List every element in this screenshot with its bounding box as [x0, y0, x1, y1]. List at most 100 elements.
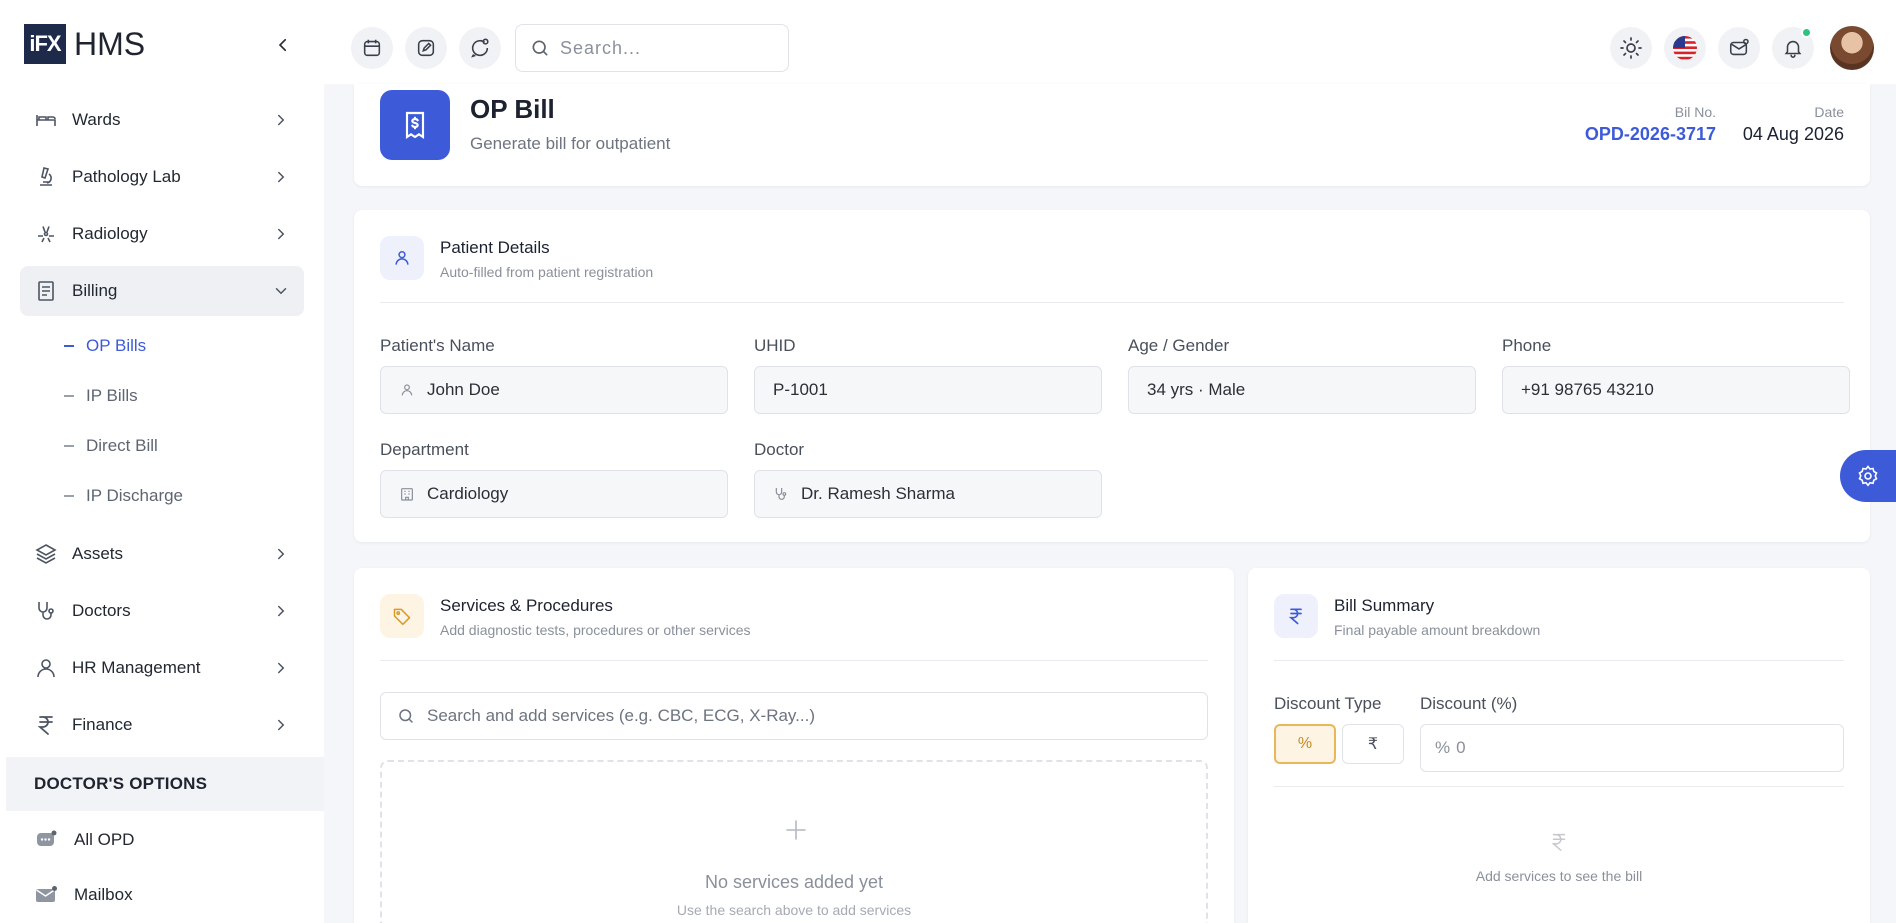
sidebar-item-wards[interactable]: Wards — [20, 95, 304, 145]
department-field: Department Cardiology — [380, 440, 728, 518]
department-input[interactable]: Cardiology — [380, 470, 728, 518]
discount-percent-button[interactable]: % — [1274, 724, 1336, 764]
summary-empty-text: Add services to see the bill — [1475, 868, 1643, 884]
discount-prefix: % — [1435, 738, 1451, 757]
calendar-icon — [363, 39, 381, 57]
notifications-button[interactable] — [1772, 27, 1814, 69]
patient-name-field: Patient's Name John Doe — [380, 336, 728, 414]
search-input[interactable] — [560, 37, 760, 59]
settings-fab[interactable] — [1840, 450, 1896, 502]
user-icon — [401, 384, 413, 396]
chat-icon — [32, 826, 60, 854]
sidebar-item-doctors[interactable]: Doctors — [20, 586, 304, 636]
chat-button[interactable] — [459, 27, 501, 69]
language-button[interactable] — [1664, 27, 1706, 69]
sidebar-item-hr-management[interactable]: HR Management — [20, 643, 304, 693]
sidebar-item-billing[interactable]: Billing — [20, 266, 304, 316]
chat-icon — [471, 38, 489, 58]
sidebar-item-all-opd[interactable]: All OPD — [32, 820, 134, 860]
sidebar-item-pathology-lab[interactable]: Pathology Lab — [20, 152, 304, 202]
field-value: +91 98765 43210 — [1521, 380, 1654, 399]
discount-field[interactable]: % — [1420, 724, 1844, 772]
page-subtitle: Generate bill for outpatient — [470, 134, 671, 153]
messages-button[interactable] — [1718, 27, 1760, 69]
sidebar-collapse-button[interactable] — [270, 32, 296, 58]
divider — [1274, 660, 1844, 661]
field-label: Patient's Name — [380, 336, 495, 355]
plus-icon — [786, 820, 806, 840]
bill-summary-header: Bill Summary Final payable amount breakd… — [1274, 594, 1540, 638]
phone-input[interactable]: +91 98765 43210 — [1502, 366, 1850, 414]
bill-icon — [380, 90, 450, 160]
mail-icon — [32, 881, 60, 909]
sidebar-item-mailbox[interactable]: Mailbox — [32, 875, 133, 915]
us-flag-icon — [1673, 36, 1697, 60]
empty-subtitle: Use the search above to add services — [676, 902, 912, 918]
field-label: Doctor — [754, 440, 805, 459]
global-search[interactable] — [515, 24, 789, 72]
bill-number-value: OPD-2026-3717 — [1584, 124, 1716, 144]
divider — [380, 660, 1208, 661]
bill-date: Date 04 Aug 2026 — [1743, 104, 1844, 145]
sidebar-subitem-ip-discharge[interactable]: IP Discharge — [20, 471, 304, 521]
patient-details-card: Patient Details Auto-filled from patient… — [354, 210, 1870, 542]
section-title: Bill Summary — [1334, 596, 1435, 615]
discount-rupee-button[interactable]: ₹ — [1342, 724, 1404, 764]
sidebar-subitem-op-bills[interactable]: OP Bills — [20, 321, 304, 371]
page-title: OP Bill — [470, 94, 555, 124]
uhid-field: UHID P-1001 — [754, 336, 1102, 414]
chevron-right-icon — [278, 548, 285, 560]
sidebar-item-radiology[interactable]: Radiology — [20, 209, 304, 259]
search-icon — [532, 40, 548, 56]
dash-icon — [64, 345, 74, 347]
sidebar-item-label: Mailbox — [74, 885, 133, 904]
age-gender-input[interactable]: 34 yrs · Male — [1128, 366, 1476, 414]
chevron-right-icon — [278, 719, 285, 731]
mail-icon — [1729, 38, 1749, 56]
op-bill-header: OP Bill Generate bill for outpatient Bil… — [354, 84, 1870, 186]
user-avatar[interactable] — [1830, 26, 1874, 70]
notification-indicator — [1801, 27, 1812, 38]
doctor-input[interactable]: Dr. Ramesh Sharma — [754, 470, 1102, 518]
sun-icon — [1620, 37, 1642, 59]
notes-button[interactable] — [405, 27, 447, 69]
age-gender-field: Age / Gender 34 yrs · Male — [1128, 336, 1476, 414]
gear-icon — [1858, 465, 1878, 487]
service-search-input[interactable] — [427, 706, 1187, 726]
sidebar-item-finance[interactable]: Finance — [20, 700, 304, 750]
uhid-input[interactable]: P-1001 — [754, 366, 1102, 414]
edit-icon — [417, 39, 435, 57]
services-empty-state: No services added yet Use the search abo… — [380, 760, 1208, 923]
subitem-label: OP Bills — [86, 336, 147, 355]
bill-date-label: Date — [1814, 104, 1844, 120]
section-title: Patient Details — [440, 238, 550, 257]
tag-icon — [380, 594, 424, 638]
doctor-field: Doctor Dr. Ramesh Sharma — [754, 440, 1102, 518]
sidebar-item-assets[interactable]: Assets — [20, 529, 304, 579]
microscope-icon — [32, 163, 60, 191]
section-title: Services & Procedures — [440, 596, 613, 615]
discount-input[interactable] — [1456, 738, 1837, 758]
sidebar-item-label: Billing — [72, 281, 118, 300]
patient-name-input[interactable]: John Doe — [380, 366, 728, 414]
sidebar-item-label: Pathology Lab — [72, 167, 181, 186]
section-subtitle: Add diagnostic tests, procedures or othe… — [440, 622, 751, 638]
bill-date-value: 04 Aug 2026 — [1742, 124, 1844, 144]
service-search[interactable] — [380, 692, 1208, 740]
brand[interactable]: iFX HMS — [24, 24, 145, 64]
user-icon — [380, 236, 424, 280]
theme-toggle-button[interactable] — [1610, 27, 1652, 69]
subitem-label: IP Discharge — [86, 486, 184, 505]
brand-name: HMS — [74, 25, 146, 62]
field-value: P-1001 — [773, 380, 828, 399]
divider — [1274, 786, 1844, 787]
chevron-right-icon — [278, 114, 285, 126]
calendar-button[interactable] — [351, 27, 393, 69]
services-header: Services & Procedures Add diagnostic tes… — [380, 594, 751, 638]
radiation-icon — [32, 220, 60, 248]
sidebar-subitem-ip-bills[interactable]: IP Bills — [20, 371, 304, 421]
phone-field: Phone +91 98765 43210 — [1502, 336, 1850, 414]
sidebar-subitem-direct-bill[interactable]: Direct Bill — [20, 421, 304, 471]
field-label: Age / Gender — [1128, 336, 1230, 355]
rupee-icon — [1274, 594, 1318, 638]
